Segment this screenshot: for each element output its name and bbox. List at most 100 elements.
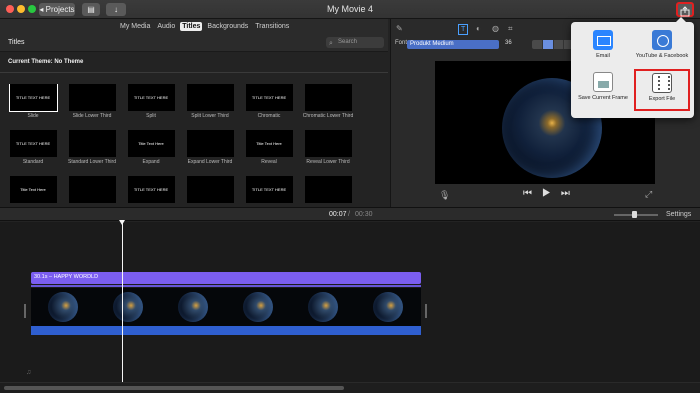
- title-item-chromatic[interactable]: TITLE TEXT HERE Chromatic: [242, 84, 296, 126]
- title-item[interactable]: [183, 176, 237, 204]
- skip-back-icon[interactable]: ⏮: [523, 188, 542, 199]
- title-clip[interactable]: 30.1s – HAPPY WORDLD: [31, 272, 421, 284]
- tab-my-media[interactable]: My Media: [118, 22, 152, 31]
- title-label: Slide: [27, 113, 39, 119]
- horizontal-scrollbar[interactable]: [4, 386, 344, 390]
- alignment-buttons: [532, 40, 574, 49]
- title-item-expand[interactable]: Title Text Here Expand: [124, 130, 178, 172]
- title-label: Reveal Lower Third: [306, 159, 350, 165]
- title-label: Standard: [22, 159, 44, 165]
- playhead-marker[interactable]: [119, 220, 125, 225]
- divider: [0, 72, 388, 73]
- title-thumbnail: Title Text Here: [9, 176, 57, 203]
- search-input[interactable]: ⌕ Search: [326, 37, 384, 48]
- align-center-button[interactable]: [542, 40, 554, 49]
- clip-frame: [161, 288, 226, 326]
- title-item[interactable]: [65, 176, 119, 204]
- earth-image: [308, 292, 338, 322]
- tab-transitions[interactable]: Transitions: [253, 22, 291, 31]
- title-item-chromatic-lower-third[interactable]: Chromatic Lower Third: [301, 84, 355, 126]
- title-label: Reveal: [261, 159, 277, 165]
- video-clip[interactable]: [31, 288, 421, 326]
- playhead[interactable]: [122, 222, 123, 382]
- title-item-split-lower-third[interactable]: Split Lower Third: [183, 84, 237, 126]
- microphone-icon[interactable]: 🎙: [439, 190, 450, 201]
- search-placeholder: Search: [338, 39, 358, 45]
- title-thumbnail: TITLE TEXT HERE: [8, 84, 58, 112]
- title-item[interactable]: TITLE TEXT HERE: [242, 176, 296, 204]
- title-item[interactable]: Title Text Here: [6, 176, 60, 204]
- share-email-label: Email: [596, 53, 610, 59]
- timeline-scrollbar-area: [0, 382, 700, 393]
- title-item[interactable]: [301, 176, 355, 204]
- align-right-button[interactable]: [554, 40, 565, 49]
- share-youtube-item[interactable]: YouTube & Facebook: [634, 30, 690, 59]
- title-label: Chromatic: [257, 113, 281, 119]
- title-thumbnail: [68, 176, 116, 203]
- share-email-item[interactable]: Email: [575, 30, 631, 59]
- titles-heading: Titles: [8, 39, 25, 46]
- skip-forward-icon[interactable]: ⏭: [561, 188, 580, 199]
- title-item-reveal[interactable]: Title Text Here Reveal: [242, 130, 296, 172]
- title-thumbnail: [304, 176, 352, 203]
- zoom-slider-knob[interactable]: [632, 211, 637, 218]
- share-export-file-item[interactable]: Export File: [634, 69, 690, 111]
- share-popover: Email YouTube & Facebook Save Current Fr…: [571, 17, 694, 118]
- earth-image: [48, 292, 78, 322]
- title-bar: ◂ Projects ▤ ↓ My Movie 4: [0, 0, 700, 19]
- total-time: 00:30: [355, 211, 373, 218]
- title-thumbnail: [186, 176, 234, 203]
- font-dropdown[interactable]: Produkt Medium: [407, 40, 499, 49]
- timeline[interactable]: 30.1s – HAPPY WORDLD: [0, 220, 700, 382]
- title-label: Standard Lower Third: [68, 159, 116, 165]
- globe-icon: [652, 30, 672, 50]
- fullscreen-icon[interactable]: ⤢: [645, 189, 652, 200]
- title-item-reveal-lower-third[interactable]: Reveal Lower Third: [301, 130, 355, 172]
- timeline-toolbar: 00:07 / 00:30 Settings: [0, 207, 700, 221]
- title-item-slide-lower-third[interactable]: Slide Lower Third: [65, 84, 119, 126]
- clip-frame: [31, 288, 96, 326]
- title-thumbnail: [186, 130, 234, 157]
- title-label: Chromatic Lower Third: [302, 113, 354, 119]
- magic-wand-icon[interactable]: ✎: [396, 24, 403, 33]
- crop-icon[interactable]: ⌗: [508, 24, 513, 34]
- share-icon: [680, 6, 690, 17]
- email-icon: [593, 30, 613, 50]
- play-icon[interactable]: ▶: [542, 188, 561, 199]
- title-thumbnail: Title Text Here: [245, 130, 293, 157]
- share-youtube-label: YouTube & Facebook: [635, 53, 689, 59]
- time-separator: /: [348, 211, 350, 218]
- clip-trim-handle-right[interactable]: [425, 304, 427, 318]
- title-thumbnail: [68, 130, 116, 157]
- tab-audio[interactable]: Audio: [155, 22, 177, 31]
- film-icon: [652, 73, 672, 93]
- audio-track[interactable]: [31, 326, 421, 335]
- color-correction-icon[interactable]: ◍: [492, 24, 499, 33]
- share-button[interactable]: [676, 2, 694, 17]
- color-balance-icon[interactable]: ◐: [476, 24, 481, 33]
- title-item-standard-lower-third[interactable]: Standard Lower Third: [65, 130, 119, 172]
- title-label: Expand: [142, 159, 160, 165]
- title-thumbnail: [304, 84, 352, 111]
- image-icon: [593, 72, 613, 92]
- title-item[interactable]: TITLE TEXT HERE: [124, 176, 178, 204]
- settings-button[interactable]: Settings: [666, 211, 691, 218]
- tab-backgrounds[interactable]: Backgrounds: [205, 22, 250, 31]
- earth-image: [178, 292, 208, 322]
- earth-image: [243, 292, 273, 322]
- clip-trim-handle-left[interactable]: [24, 304, 26, 318]
- title-item-expand-lower-third[interactable]: Expand Lower Third: [183, 130, 237, 172]
- tab-titles[interactable]: Titles: [180, 22, 203, 31]
- title-item-split[interactable]: TITLE TEXT HERE Split: [124, 84, 178, 126]
- title-item-standard[interactable]: TITLE TEXT HERE Standard: [6, 130, 60, 172]
- font-size-field[interactable]: 36: [505, 40, 512, 46]
- clip-frame: [96, 288, 161, 326]
- title-item-slide[interactable]: TITLE TEXT HERE Slide: [6, 84, 60, 126]
- share-save-frame-item[interactable]: Save Current Frame: [575, 72, 631, 101]
- align-left-button[interactable]: [532, 40, 543, 49]
- title-label: Split Lower Third: [191, 113, 229, 119]
- text-tool-icon[interactable]: T: [458, 24, 469, 35]
- share-save-frame-label: Save Current Frame: [578, 95, 628, 101]
- title-label: Expand Lower Third: [187, 159, 233, 165]
- current-time: 00:07: [329, 211, 347, 218]
